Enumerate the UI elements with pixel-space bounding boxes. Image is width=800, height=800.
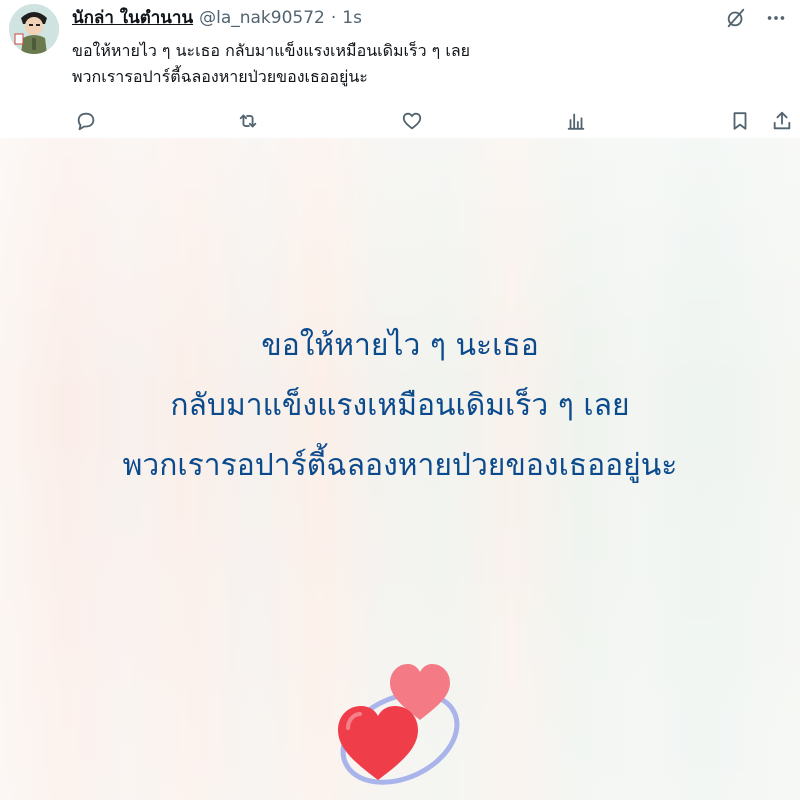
views-icon[interactable] [562, 106, 590, 136]
reply-icon[interactable] [72, 106, 100, 136]
media-text-line: พวกเรารอปาร์ตี้ฉลองหายป่วยของเธออยู่นะ [122, 448, 678, 483]
media-image[interactable]: ขอให้หายไว ๆ นะเธอ กลับมาแข็งแรงเหมือนเด… [0, 138, 800, 800]
post: นักล่า ในตำนาน @la_nak90572 · 1s ขอให้หา… [0, 0, 800, 800]
user-handle[interactable]: @la_nak90572 [199, 6, 325, 30]
more-icon[interactable] [764, 6, 788, 30]
media-text-line: กลับมาแข็งแรงเหมือนเดิมเร็ว ๆ เลย [170, 388, 630, 423]
tweet-text-line: ขอให้หายไว ๆ นะเธอ กลับมาแข็งแรงเหมือนเด… [72, 41, 471, 60]
repost-icon[interactable] [234, 106, 262, 136]
media-text-line: ขอให้หายไว ๆ นะเธอ [261, 328, 539, 363]
display-name[interactable]: นักล่า ในตำนาน [72, 6, 193, 30]
timestamp[interactable]: 1s [342, 6, 362, 30]
two-hearts-icon [338, 664, 460, 785]
post-header: นักล่า ในตำนาน @la_nak90572 · 1s [72, 6, 362, 30]
bookmark-icon[interactable] [726, 106, 754, 136]
separator-dot: · [330, 8, 337, 28]
action-bar [0, 106, 800, 136]
grok-icon[interactable] [724, 6, 748, 30]
media-text: ขอให้หายไว ๆ นะเธอ กลับมาแข็งแรงเหมือนเด… [0, 316, 800, 496]
tweet-text: ขอให้หายไว ๆ นะเธอ กลับมาแข็งแรงเหมือนเด… [72, 38, 772, 90]
share-icon[interactable] [768, 106, 796, 136]
like-icon[interactable] [398, 106, 426, 136]
header-icons [724, 6, 788, 30]
tweet-text-line: พวกเรารอปาร์ตี้ฉลองหายป่วยของเธออยู่นะ [72, 67, 368, 86]
avatar[interactable] [9, 4, 59, 54]
